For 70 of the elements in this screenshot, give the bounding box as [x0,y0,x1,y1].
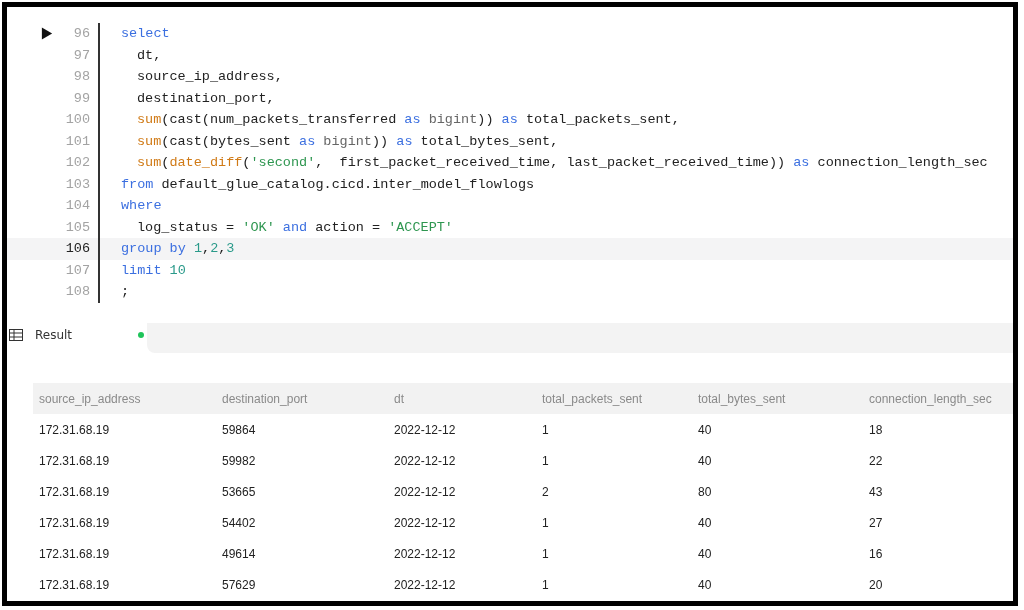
code-line: source_ip_address, [136,69,283,85]
table-cell-text: 49614 [221,546,257,561]
code-line: ; [121,284,130,300]
line-number: 98 [72,69,90,85]
table-cell-text: 16 [868,546,884,561]
column-header[interactable]: total_packets_sent [536,391,692,406]
table-cell-text: 1 [541,422,550,437]
line-number: 106 [64,241,90,257]
line-number: 102 [64,155,90,171]
table-cell-text: 27 [868,515,884,530]
column-header[interactable]: dt [388,391,536,406]
table-cell-text: 2022-12-12 [393,546,457,561]
table-cell-text: 172.31.68.19 [38,546,111,561]
table-cell-text: 2022-12-12 [393,453,457,468]
line-number: 97 [72,47,90,63]
table-cell-text: 43 [868,484,884,499]
table-cell-text: 22 [868,453,884,468]
line-number: 107 [64,262,90,278]
code-line: destination_port, [136,90,275,106]
table-cell-text: 1 [541,577,550,592]
line-number: 108 [64,284,90,300]
code-line: where [121,198,162,214]
table-cell-text: 40 [697,577,713,592]
table-cell-text: 40 [697,422,713,437]
line-number: 99 [72,90,90,106]
code-line: select [121,26,170,42]
table-cell-text: 53665 [221,484,257,499]
table-cell-text: 80 [697,484,713,499]
code-line: from default_glue_catalog.cicd.inter_model_flowlogs [121,176,535,192]
column-header[interactable]: source_ip_address [33,391,216,406]
line-number: 96 [72,26,90,42]
table-cell-text: 54402 [221,515,257,530]
table-cell-text: 2022-12-12 [393,515,457,530]
table-cell-text: 2022-12-12 [393,422,457,437]
table-cell-text: 59864 [221,422,257,437]
line-number: 103 [64,176,90,192]
table-cell-text: 40 [697,546,713,561]
table-cell-text: 57629 [221,577,257,592]
table-cell-text: 40 [697,515,713,530]
code-line: group by 1,2,3 [121,241,235,257]
column-header[interactable]: total_bytes_sent [692,391,863,406]
line-number: 105 [64,219,90,235]
table-cell-text: 2022-12-12 [393,577,457,592]
code-line: sum(date_diff('second', first_packet_received_time, last_packet_received_time)) as connection_length_sec [136,155,988,171]
table-cell-text: 172.31.68.19 [38,577,111,592]
code-line: limit 10 [121,262,186,278]
code-line: dt, [136,47,162,63]
table-icon [9,329,23,341]
table-cell-text: 2022-12-12 [393,484,457,499]
column-header[interactable]: connection_length_sec [863,391,1013,406]
table-cell-text: 172.31.68.19 [38,453,111,468]
table-cell-text: 20 [868,577,884,592]
table-cell-text: 1 [541,515,550,530]
code-line: sum(cast(bytes_sent as bigint)) as total_bytes_sent, [136,133,559,149]
table-cell-text: 1 [541,546,550,561]
play-icon[interactable] [41,27,53,41]
line-number: 100 [64,112,90,128]
table-cell-text: 172.31.68.19 [38,484,111,499]
table-cell-text: 18 [868,422,884,437]
code-line: sum(cast(num_packets_transferred as bigint)) as total_packets_sent, [136,112,680,128]
table-cell-text: 2 [541,484,550,499]
table-cell-text: 59982 [221,453,257,468]
table-cell-text: 172.31.68.19 [38,515,111,530]
table-cell-text: 40 [697,453,713,468]
line-number: 101 [64,133,90,149]
table-cell-text: 1 [541,453,550,468]
code-line: log_status = 'OK' and action = 'ACCEPT' [136,219,453,235]
table-cell-text: 172.31.68.19 [38,422,111,437]
column-header[interactable]: destination_port [216,391,388,406]
line-number: 104 [64,198,90,214]
